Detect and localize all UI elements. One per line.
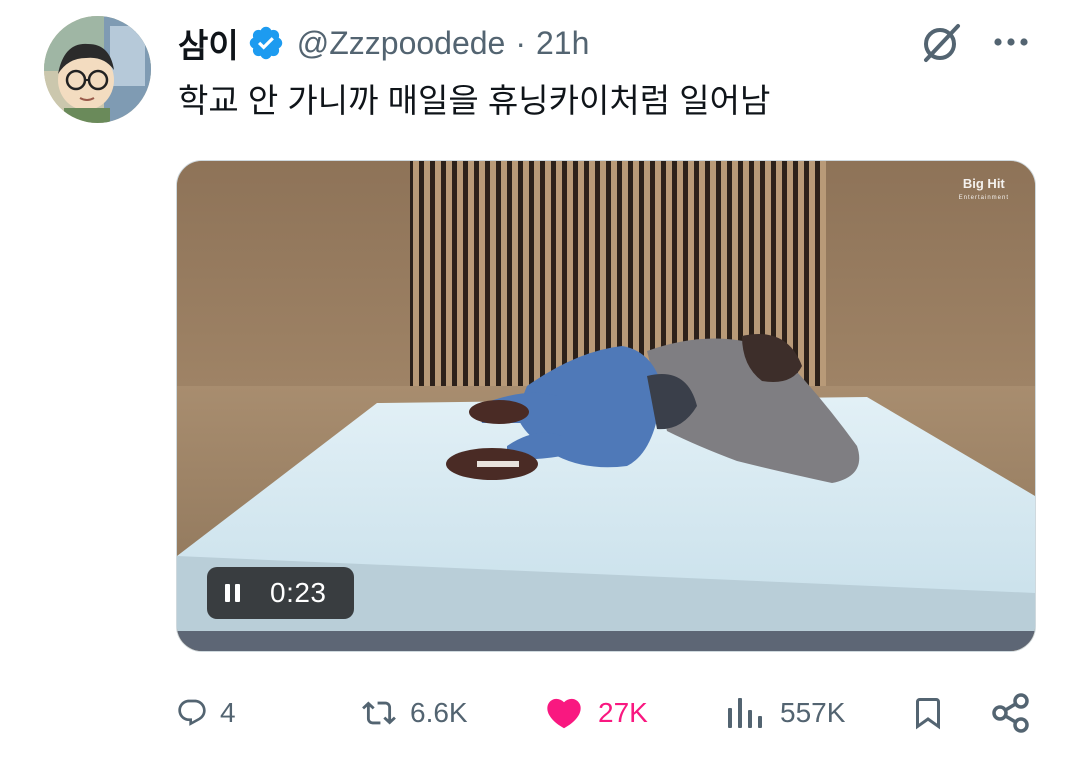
verified-badge-icon (249, 26, 282, 60)
bookmark-icon (916, 698, 940, 730)
reply-count: 4 (220, 697, 236, 728)
reply-bubble-icon (178, 699, 206, 726)
author-name[interactable]: 삼이 (178, 19, 239, 67)
views-button[interactable]: 557K (726, 688, 845, 738)
share-icon (992, 693, 1029, 733)
video-timestamp: 0:23 (270, 577, 327, 608)
author-handle[interactable]: @Zzzpoodede (297, 25, 506, 62)
bookmark-button[interactable] (910, 688, 946, 738)
tweet-text: 학교 안 가니까 매일을 휴닝카이처럼 일어남 (178, 82, 771, 119)
watermark-subtitle: Entertainment (958, 195, 1009, 201)
bar-chart-icon (728, 698, 762, 728)
tweet-header: 삼이 @Zzzpoodede · 21h (178, 18, 589, 68)
playback-control[interactable]: 0:23 (207, 567, 354, 619)
heart-filled-icon (547, 698, 581, 729)
avatar-image (44, 16, 151, 123)
view-count: 557K (780, 697, 846, 728)
avatar[interactable] (44, 16, 151, 123)
repost-icon (362, 701, 396, 725)
action-bar: 4 6.6K 27K 557K (0, 688, 1080, 738)
repost-button[interactable]: 6.6K (356, 688, 468, 738)
share-button[interactable] (990, 688, 1032, 738)
grok-slash-icon[interactable] (918, 20, 964, 66)
tweet-timestamp[interactable]: 21h (536, 25, 589, 62)
pause-icon[interactable] (225, 584, 241, 602)
like-count: 27K (598, 697, 648, 728)
separator-dot: · (515, 24, 526, 61)
repost-count: 6.6K (410, 697, 468, 728)
video-player[interactable]: Big Hit Entertainment 0:23 (176, 160, 1036, 652)
reply-button[interactable]: 4 (176, 688, 236, 738)
more-dots-icon[interactable] (990, 30, 1032, 54)
like-button[interactable]: 27K (542, 688, 648, 738)
watermark-title: Big Hit (962, 176, 1005, 191)
video-watermark: Big Hit Entertainment (959, 177, 1009, 205)
